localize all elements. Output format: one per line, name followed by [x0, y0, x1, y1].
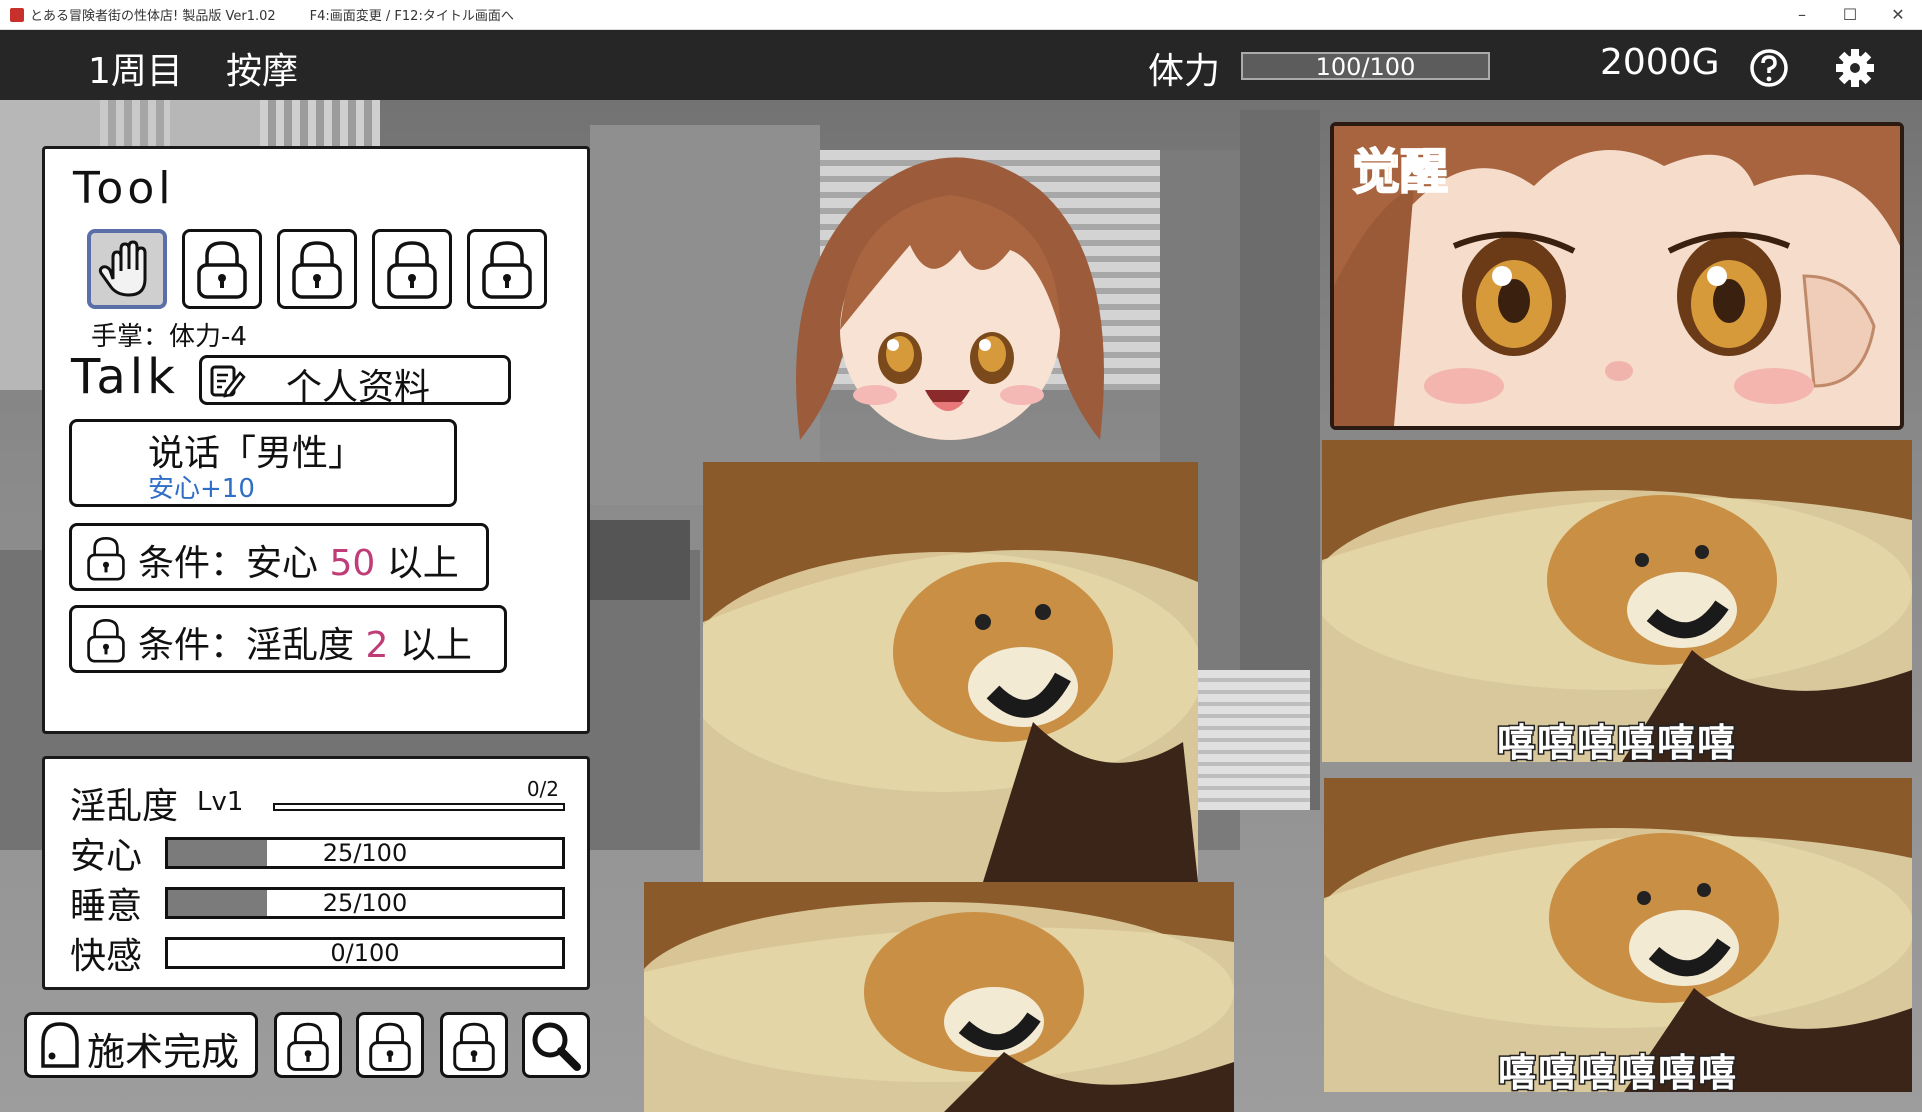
lock-icon — [197, 241, 247, 299]
lock-icon — [387, 241, 437, 299]
stamina-bar: 100/100 — [1241, 52, 1490, 81]
gear-icon[interactable] — [1835, 48, 1875, 88]
magnifier-icon — [532, 1022, 581, 1071]
minimize-button[interactable]: – — [1778, 0, 1826, 30]
lock-icon — [292, 241, 342, 299]
condition-1-prefix: 条件：安心 — [138, 543, 319, 584]
condition-2-text: 条件：淫乱度 2 以上 — [138, 616, 472, 668]
mode-label: 按摩 — [226, 51, 299, 92]
finish-label: 施术完成 — [87, 1030, 240, 1074]
window-hint: F4:画面変更 / F12:タイトル画面へ — [309, 9, 514, 24]
top-hud: 1周目 按摩 体力 100/100 2000G — [0, 30, 1922, 100]
speak-male-button[interactable]: 说话「男性」 安心+10 — [69, 419, 457, 507]
lock-icon — [287, 1022, 329, 1071]
finish-treatment-button[interactable]: 施术完成 — [24, 1012, 258, 1078]
condition-1-value: 50 — [329, 543, 376, 584]
stats-panel: 淫乱度 Lv1 0/2 安心 25/100 睡意 25/100 快感 0/100 — [42, 756, 590, 990]
condition-1-suffix: 以上 — [386, 543, 459, 584]
app-icon — [10, 7, 24, 22]
tool-heading: Tool — [73, 163, 175, 214]
profile-label: 个人资料 — [286, 367, 431, 408]
stat-label-pleasure: 快感 — [70, 936, 143, 977]
stat-value-sleepy: 25/100 — [322, 889, 408, 917]
meme-caption-2: 嘻嘻嘻嘻嘻嘻 — [1496, 1050, 1738, 1093]
meme-caption-1: 嘻嘻嘻嘻嘻嘻 — [1495, 720, 1737, 763]
stamina-value: 100/100 — [1315, 53, 1416, 81]
stat-bar-pleasure: 0/100 — [165, 937, 565, 969]
lock-icon — [482, 241, 532, 299]
hand-icon — [98, 240, 147, 297]
memo-edit-icon — [210, 365, 246, 398]
bell-icon — [41, 1022, 79, 1068]
bottom-locked-button-1[interactable] — [274, 1012, 342, 1078]
profile-button[interactable]: 个人资料 — [199, 355, 511, 408]
bottom-locked-button-3[interactable] — [440, 1012, 508, 1078]
condition-1-text: 条件：安心 50 以上 — [138, 534, 459, 586]
stat-label-sleepy: 睡意 — [70, 886, 143, 927]
close-button[interactable]: ✕ — [1874, 0, 1922, 30]
character-sprite — [796, 157, 1104, 440]
stat-bar-anshin: 25/100 — [165, 837, 565, 869]
doge-meme-image-2 — [644, 882, 1234, 1112]
stat-value-pleasure: 0/100 — [330, 939, 400, 967]
lock-icon — [87, 618, 125, 663]
lock-icon — [87, 536, 125, 581]
tool-slot-locked-4[interactable] — [467, 229, 547, 309]
tool-talk-panel: Tool 手掌：体力-4 Talk 个人资料 说话「男性」 安心+10 条件：安… — [42, 146, 590, 734]
speak-effect: 安心+10 — [148, 474, 255, 504]
tool-slot-locked-2[interactable] — [277, 229, 357, 309]
talk-heading: Talk — [71, 349, 179, 405]
locked-condition-2[interactable]: 条件：淫乱度 2 以上 — [69, 605, 507, 673]
window-title: とある冒険者街の性体店! 製品版 Ver1.02 — [30, 9, 276, 24]
locked-condition-1[interactable]: 条件：安心 50 以上 — [69, 523, 489, 591]
doge-meme-image-4: 嘻嘻嘻嘻嘻嘻 — [1324, 778, 1912, 1092]
awake-status-label: 觉醒 — [1351, 143, 1449, 201]
bottom-locked-button-2[interactable] — [356, 1012, 424, 1078]
tool-slot-hand[interactable] — [87, 229, 167, 309]
search-button[interactable] — [522, 1012, 590, 1078]
portrait-closeup: 觉醒 — [1330, 122, 1904, 430]
tool-slot-locked-3[interactable] — [372, 229, 452, 309]
window-titlebar: とある冒険者街の性体店! 製品版 Ver1.02 F4:画面変更 / F12:タ… — [0, 0, 1922, 30]
help-icon[interactable] — [1749, 48, 1789, 88]
condition-2-prefix: 条件：淫乱度 — [138, 625, 355, 666]
condition-2-suffix: 以上 — [399, 625, 472, 666]
cycle-label: 1周目 — [88, 51, 183, 92]
lewd-progress: 0/2 — [526, 777, 559, 801]
stat-bar-sleepy: 25/100 — [165, 887, 565, 919]
lewd-label: 淫乱度 — [70, 786, 179, 827]
stat-value-anshin: 25/100 — [322, 839, 408, 867]
condition-2-value: 2 — [365, 625, 389, 666]
lock-icon — [453, 1022, 495, 1071]
lewd-level: Lv1 — [197, 787, 244, 817]
gold-display: 2000G — [1600, 42, 1720, 83]
tool-description: 手掌：体力-4 — [91, 322, 247, 352]
maximize-button[interactable]: ☐ — [1826, 0, 1874, 30]
stat-label-anshin: 安心 — [70, 836, 143, 877]
doge-meme-image-1 — [703, 462, 1198, 882]
lewd-progress-bar — [273, 803, 565, 811]
lock-icon — [369, 1022, 411, 1071]
stamina-label: 体力 — [1148, 51, 1221, 92]
doge-meme-image-3: 嘻嘻嘻嘻嘻嘻 — [1322, 440, 1912, 762]
tool-slot-locked-1[interactable] — [182, 229, 262, 309]
